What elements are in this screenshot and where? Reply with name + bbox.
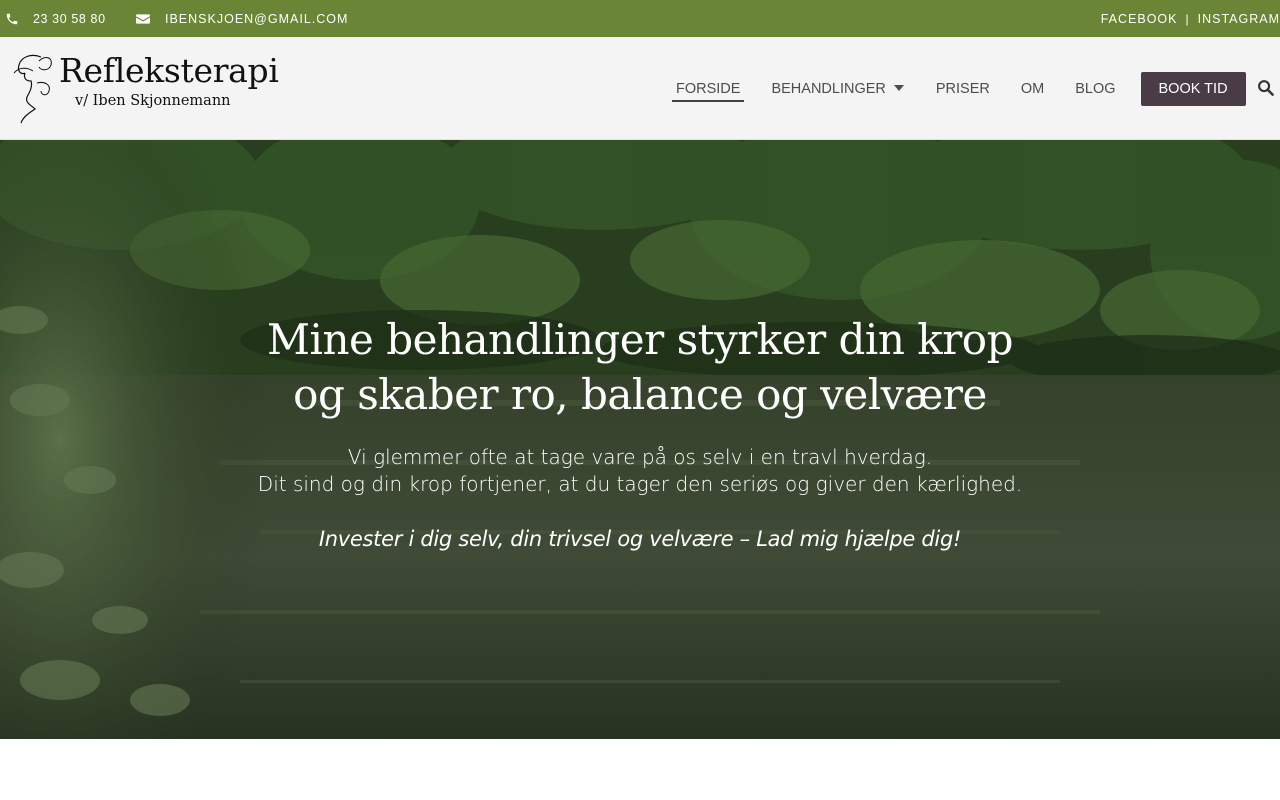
nav-item-om[interactable]: OM bbox=[1017, 75, 1048, 103]
nav-item-priser[interactable]: PRISER bbox=[932, 75, 994, 103]
site-logo[interactable]: Refleksterapi v/ Iben Skjonnemann bbox=[11, 51, 279, 127]
phone-number[interactable]: 23 30 58 80 bbox=[33, 12, 106, 26]
hero-tagline: Invester i dig selv, din trivsel og velv… bbox=[318, 527, 962, 551]
hero-content: Mine behandlinger styrker din krop og sk… bbox=[240, 312, 1040, 553]
facebook-link[interactable]: FACEBOOK bbox=[1101, 12, 1178, 26]
phone-contact[interactable]: 23 30 58 80 bbox=[4, 0, 106, 37]
social-links: FACEBOOK | INSTAGRAM bbox=[1101, 0, 1280, 37]
nav-item-blog[interactable]: BLOG bbox=[1071, 75, 1119, 103]
phone-icon bbox=[4, 11, 20, 27]
email-address[interactable]: IBENSKJOEN@GMAIL.COM bbox=[165, 12, 348, 26]
instagram-link[interactable]: INSTAGRAM bbox=[1198, 12, 1280, 26]
envelope-icon bbox=[135, 11, 151, 27]
hero-subtext: Vi glemmer ofte at tage vare på os selv … bbox=[240, 444, 1040, 498]
email-contact[interactable]: IBENSKJOEN@GMAIL.COM bbox=[135, 0, 348, 37]
social-separator: | bbox=[1185, 11, 1190, 26]
hero-section: Mine behandlinger styrker din krop og sk… bbox=[0, 140, 1280, 739]
nav-item-behandlinger-label: BEHANDLINGER bbox=[771, 80, 886, 97]
face-line-art-icon bbox=[13, 54, 52, 124]
caret-down-icon bbox=[893, 84, 904, 91]
logo-title: Refleksterapi bbox=[59, 51, 279, 90]
top-bar: 23 30 58 80 IBENSKJOEN@GMAIL.COM FACEBOO… bbox=[0, 0, 1280, 37]
hero-heading-line-1: Mine behandlinger styrker din krop bbox=[267, 315, 1013, 364]
hero-heading-line-2: og skaber ro, balance og velvære bbox=[293, 370, 987, 419]
hero-subtext-line-1: Vi glemmer ofte at tage vare på os selv … bbox=[347, 445, 933, 469]
page-below-hero bbox=[0, 739, 1280, 800]
hero-heading: Mine behandlinger styrker din krop og sk… bbox=[240, 312, 1040, 422]
logo-subtitle: v/ Iben Skjonnemann bbox=[75, 93, 231, 109]
search-icon[interactable] bbox=[1257, 79, 1274, 96]
nav-item-behandlinger[interactable]: BEHANDLINGER bbox=[767, 75, 907, 103]
main-nav: FORSIDE BEHANDLINGER PRISER OM BLOG BOOK… bbox=[672, 37, 1246, 140]
hero-subtext-line-2: Dit sind og din krop fortjener, at du ta… bbox=[257, 472, 1023, 496]
site-header: Refleksterapi v/ Iben Skjonnemann FORSID… bbox=[0, 37, 1280, 140]
book-tid-button[interactable]: BOOK TID bbox=[1140, 71, 1246, 106]
nav-item-forside[interactable]: FORSIDE bbox=[672, 75, 745, 103]
